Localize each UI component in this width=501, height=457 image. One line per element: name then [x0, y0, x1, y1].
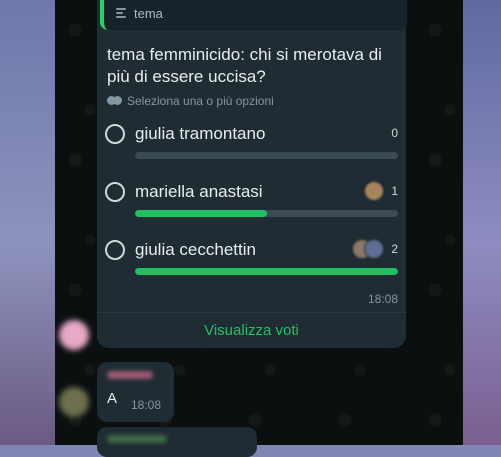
- poll-option[interactable]: giulia tramontano 0: [105, 124, 398, 174]
- option-label: mariella anastasi: [135, 182, 263, 201]
- voter-avatars[interactable]: [364, 181, 386, 201]
- view-votes-button[interactable]: Visualizza voti: [97, 322, 406, 339]
- poll-question: tema femminicido: chi si merotava di più…: [107, 45, 382, 86]
- option-progress-track: [135, 210, 398, 217]
- message-bubble[interactable]: A 18:08: [97, 362, 174, 422]
- voter-avatars[interactable]: [352, 239, 386, 259]
- sender-name: [107, 371, 153, 379]
- poll-option[interactable]: mariella anastasi 1: [105, 181, 398, 232]
- option-progress-track: [135, 152, 398, 159]
- background-left: [0, 0, 55, 445]
- double-check-icon: [107, 96, 123, 106]
- poll-message-bubble[interactable]: tema tema femminicido: chi si merotava d…: [97, 0, 407, 348]
- option-label: giulia cecchettin: [135, 240, 256, 259]
- sender-avatar[interactable]: [59, 320, 89, 350]
- option-progress-track: [135, 268, 398, 275]
- message-timestamp: 18:08: [131, 398, 162, 412]
- poll-hint: Seleziona una o più opzioni: [107, 94, 274, 108]
- option-progress-fill: [135, 210, 267, 217]
- option-label: giulia tramontano: [135, 124, 266, 143]
- option-vote-count: 1: [391, 184, 398, 198]
- message-bubble[interactable]: [97, 427, 257, 457]
- poll-timestamp: 18:08: [367, 292, 398, 306]
- option-radio[interactable]: [105, 182, 125, 202]
- poll-hint-text: Seleziona una o più opzioni: [127, 94, 274, 108]
- voter-avatar: [364, 181, 384, 201]
- text-lines-icon: [116, 8, 128, 20]
- quoted-text: tema: [134, 6, 163, 21]
- poll-option[interactable]: giulia cecchettin 2: [105, 239, 398, 290]
- option-vote-count: 2: [391, 242, 398, 256]
- quoted-reply[interactable]: tema: [100, 0, 407, 30]
- option-vote-count: 0: [391, 126, 398, 140]
- option-progress-fill: [135, 268, 398, 275]
- sender-avatar[interactable]: [59, 387, 89, 417]
- sender-name: [107, 435, 167, 443]
- voter-avatar: [364, 239, 384, 259]
- option-radio[interactable]: [105, 240, 125, 260]
- divider: [97, 312, 406, 313]
- background-right: [463, 0, 501, 445]
- option-radio[interactable]: [105, 124, 125, 144]
- message-text: A: [107, 390, 118, 407]
